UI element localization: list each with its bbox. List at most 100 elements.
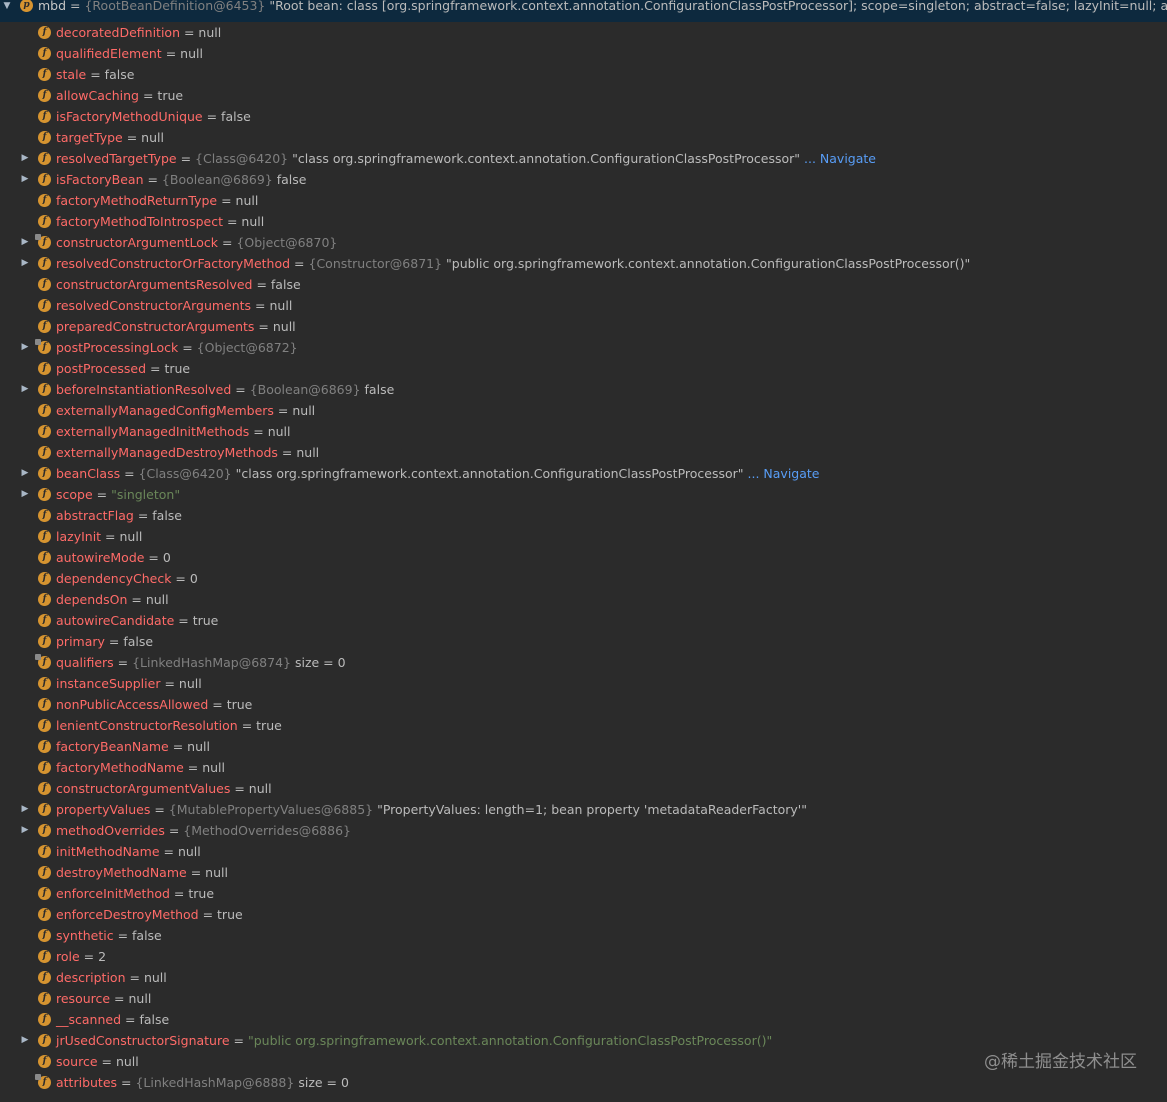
tree-row-field[interactable]: f externallyManagedDestroyMethods = null <box>0 442 1167 463</box>
tree-row-field[interactable]: f lazyInit = null <box>0 526 1167 547</box>
tree-row-field[interactable]: f destroyMethodName = null <box>0 862 1167 883</box>
tree-row-root[interactable]: ▼ p mbd = {RootBeanDefinition@6453} "Roo… <box>0 0 1167 22</box>
tree-row-field[interactable]: f dependencyCheck = 0 <box>0 568 1167 589</box>
collapse-arrow-icon[interactable]: ▼ <box>1 0 13 17</box>
expand-arrow-icon[interactable]: ▶ <box>19 232 31 253</box>
expand-arrow-icon[interactable]: ▶ <box>19 337 31 358</box>
tree-row-field[interactable]: f dependsOn = null <box>0 589 1167 610</box>
object-reference: {LinkedHashMap@6888} <box>135 1075 295 1090</box>
field-name: instanceSupplier <box>56 676 161 691</box>
field-name: resolvedConstructorOrFactoryMethod <box>56 256 291 271</box>
tree-row-field[interactable]: f synthetic = false <box>0 925 1167 946</box>
variable-name: mbd <box>38 0 67 13</box>
field-name: lazyInit <box>56 529 102 544</box>
tree-row-field[interactable]: f resolvedConstructorArguments = null <box>0 295 1167 316</box>
tree-row-field[interactable]: f qualifiedElement = null <box>0 43 1167 64</box>
field-value: "class org.springframework.context.annot… <box>235 466 744 481</box>
row-text: lenientConstructorResolution = true <box>56 718 282 733</box>
tree-row-field[interactable]: f constructorArgumentsResolved = false <box>0 274 1167 295</box>
field-name: resolvedTargetType <box>56 151 177 166</box>
expand-arrow-icon[interactable]: ▶ <box>19 799 31 820</box>
object-reference: {RootBeanDefinition@6453} <box>84 0 266 13</box>
field-icon: f <box>38 446 51 459</box>
tree-row-field[interactable]: f preparedConstructorArguments = null <box>0 316 1167 337</box>
tree-row-field[interactable]: f enforceInitMethod = true <box>0 883 1167 904</box>
tree-row-field[interactable]: f isFactoryMethodUnique = false <box>0 106 1167 127</box>
tree-row-field[interactable]: f __scanned = false <box>0 1009 1167 1030</box>
navigate-link[interactable]: ... Navigate <box>748 466 820 481</box>
tree-row-field[interactable]: f role = 2 <box>0 946 1167 967</box>
expand-arrow-icon[interactable]: ▶ <box>19 1030 31 1051</box>
expand-arrow-icon[interactable]: ▶ <box>19 253 31 274</box>
tree-row-field[interactable]: f instanceSupplier = null <box>0 673 1167 694</box>
tree-row-field[interactable]: f postProcessed = true <box>0 358 1167 379</box>
tree-row-field[interactable]: ▶ f beanClass = {Class@6420} "class org.sp… <box>0 463 1167 484</box>
tree-row-field[interactable]: f description = null <box>0 967 1167 988</box>
tree-row-field[interactable]: ▶ f beforeInstantiationResolved = {Boolean… <box>0 379 1167 400</box>
tree-row-field[interactable]: ▶ f resolvedConstructorOrFactoryMethod = {… <box>0 253 1167 274</box>
expand-arrow-icon[interactable]: ▶ <box>19 379 31 400</box>
tree-row-field[interactable]: f decoratedDefinition = null <box>0 22 1167 43</box>
tree-row-field[interactable]: f resource = null <box>0 988 1167 1009</box>
field-icon: f <box>38 929 51 942</box>
tree-row-field[interactable]: f constructorArgumentValues = null <box>0 778 1167 799</box>
expand-arrow-icon[interactable]: ▶ <box>19 820 31 841</box>
field-icon: f <box>38 803 51 816</box>
tree-row-field[interactable]: f abstractFlag = false <box>0 505 1167 526</box>
tree-row-field[interactable]: f externallyManagedConfigMembers = null <box>0 400 1167 421</box>
tree-row-field[interactable]: f factoryBeanName = null <box>0 736 1167 757</box>
tree-row-field[interactable]: f stale = false <box>0 64 1167 85</box>
field-name: decoratedDefinition <box>56 25 180 40</box>
field-name: enforceInitMethod <box>56 886 170 901</box>
object-reference: {Object@6870} <box>236 235 338 250</box>
watermark: @稀土掘金技术社区 <box>984 1052 1137 1072</box>
field-icon: f <box>38 593 51 606</box>
field-name: role <box>56 949 80 964</box>
expand-arrow-icon[interactable]: ▶ <box>19 463 31 484</box>
field-value: null <box>115 1054 139 1069</box>
locked-field-icon: f <box>35 234 51 249</box>
row-text: factoryBeanName = null <box>56 739 210 754</box>
field-value: null <box>205 865 228 880</box>
tree-row-field[interactable]: ▶ f constructorArgumentLock = {Object@6870… <box>0 232 1167 253</box>
tree-row-field[interactable]: f attributes = {LinkedHashMap@6888} size … <box>0 1072 1167 1093</box>
field-name: methodOverrides <box>56 823 165 838</box>
tree-row-field[interactable]: f initMethodName = null <box>0 841 1167 862</box>
tree-row-field[interactable]: f externallyManagedInitMethods = null <box>0 421 1167 442</box>
expand-arrow-icon[interactable]: ▶ <box>19 484 31 505</box>
field-icon: f <box>38 1055 51 1068</box>
tree-row-field[interactable]: f nonPublicAccessAllowed = true <box>0 694 1167 715</box>
row-text: postProcessingLock = {Object@6872} <box>56 340 298 355</box>
tree-row-field[interactable]: ▶ f isFactoryBean = {Boolean@6869} false <box>0 169 1167 190</box>
tree-row-field[interactable]: ▶ f propertyValues = {MutablePropertyValue… <box>0 799 1167 820</box>
tree-row-field[interactable]: f lenientConstructorResolution = true <box>0 715 1167 736</box>
navigate-link[interactable]: ... Navigate <box>804 151 876 166</box>
tree-row-field[interactable]: f qualifiers = {LinkedHashMap@6874} size … <box>0 652 1167 673</box>
row-text: beforeInstantiationResolved = {Boolean@6… <box>56 382 395 397</box>
row-text: resolvedTargetType = {Class@6420} "class… <box>56 151 876 166</box>
tree-row-field[interactable]: f targetType = null <box>0 127 1167 148</box>
field-value: 0 <box>162 550 171 565</box>
tree-row-field[interactable]: f primary = false <box>0 631 1167 652</box>
tree-row-field[interactable]: f factoryMethodReturnType = null <box>0 190 1167 211</box>
field-value: null <box>145 592 169 607</box>
tree-row-field[interactable]: f allowCaching = true <box>0 85 1167 106</box>
field-icon: f <box>38 404 51 417</box>
tree-row-field[interactable]: f factoryMethodName = null <box>0 757 1167 778</box>
tree-row-field[interactable]: ▶ f scope = "singleton" <box>0 484 1167 505</box>
tree-row-field[interactable]: f factoryMethodToIntrospect = null <box>0 211 1167 232</box>
expand-arrow-icon[interactable]: ▶ <box>19 169 31 190</box>
row-text: autowireCandidate = true <box>56 613 219 628</box>
field-icon: f <box>38 614 51 627</box>
tree-row-field[interactable]: ▶ f methodOverrides = {MethodOverrides@688… <box>0 820 1167 841</box>
tree-row-field[interactable]: f enforceDestroyMethod = true <box>0 904 1167 925</box>
tree-row-field[interactable]: f autowireCandidate = true <box>0 610 1167 631</box>
object-reference: {MutablePropertyValues@6885} <box>168 802 374 817</box>
expand-arrow-icon[interactable]: ▶ <box>19 148 31 169</box>
field-value: null <box>143 970 167 985</box>
tree-row-field[interactable]: ▶ f resolvedTargetType = {Class@6420} "cla… <box>0 148 1167 169</box>
field-icon: f <box>38 152 51 165</box>
tree-row-field[interactable]: ▶ f postProcessingLock = {Object@6872} <box>0 337 1167 358</box>
tree-row-field[interactable]: f autowireMode = 0 <box>0 547 1167 568</box>
field-icon: f <box>38 467 51 480</box>
